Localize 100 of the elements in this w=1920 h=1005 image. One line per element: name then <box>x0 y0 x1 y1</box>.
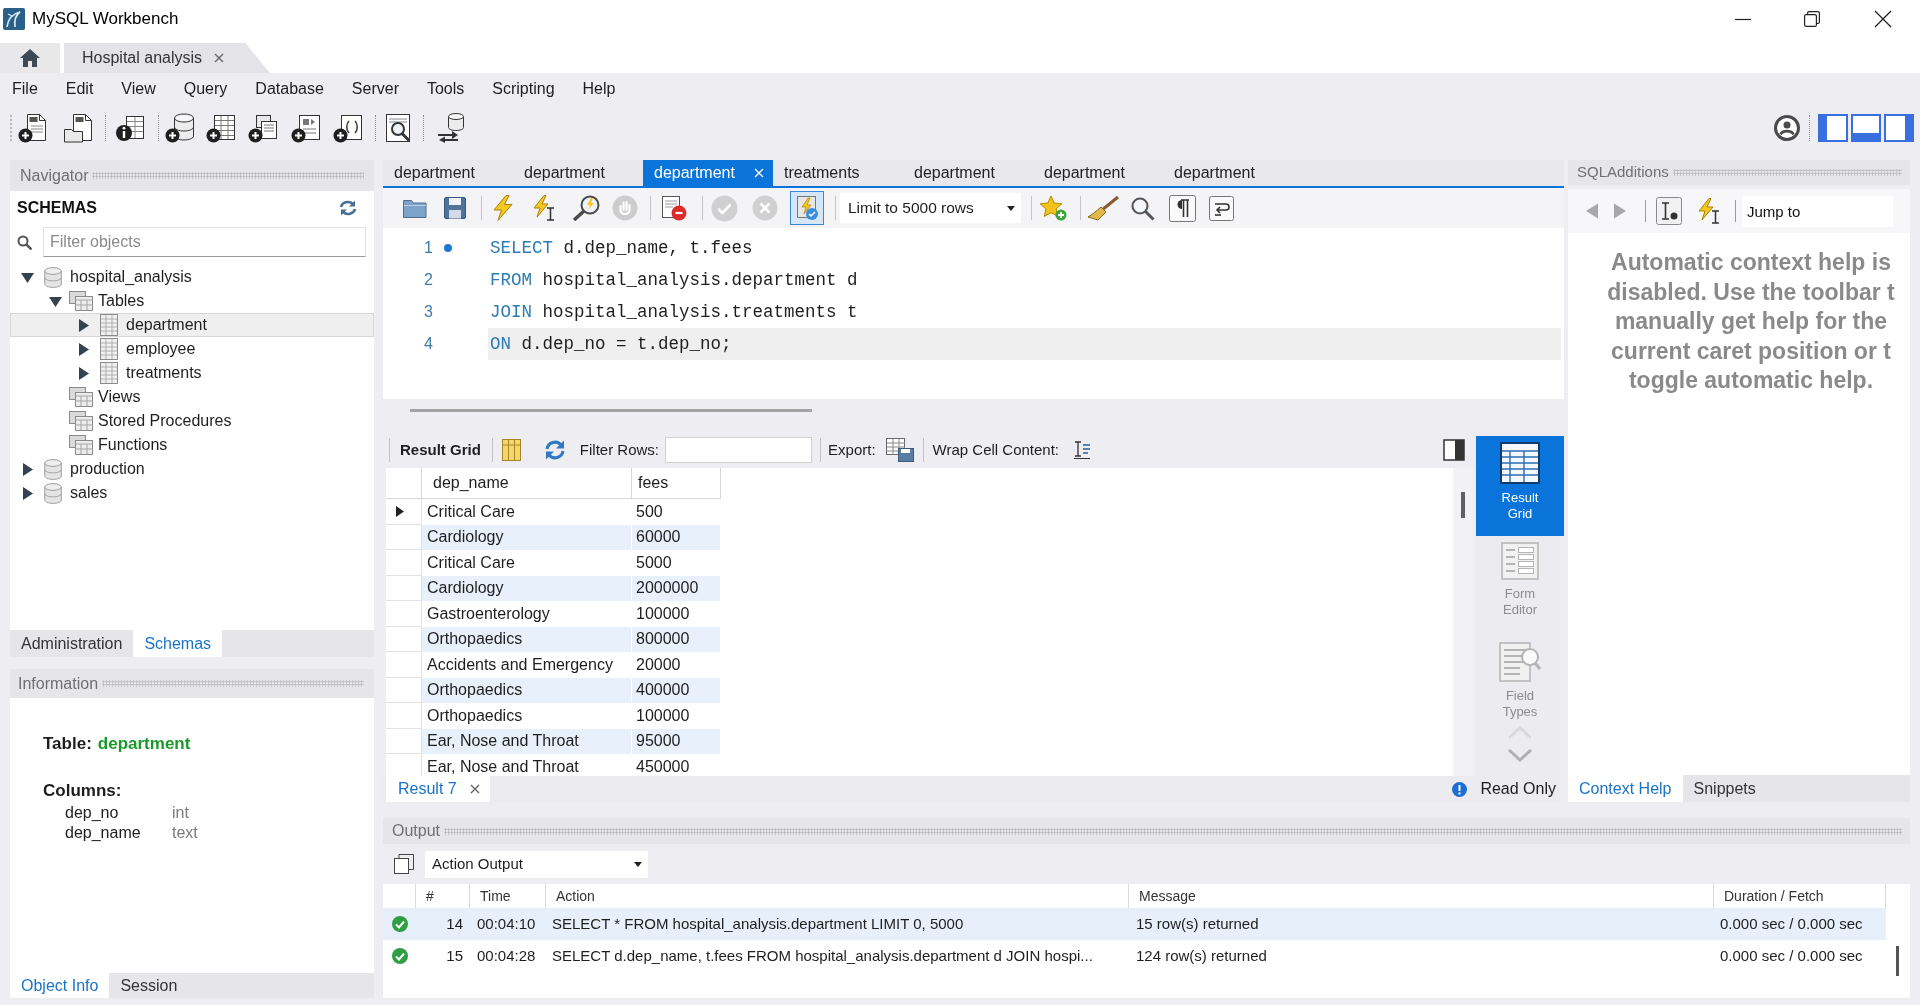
copy-icon[interactable] <box>394 854 414 874</box>
panel-tab[interactable]: Session <box>109 973 189 998</box>
grid-columns-icon[interactable] <box>501 439 521 461</box>
app-logo-icon <box>3 7 25 30</box>
panel-tab[interactable]: Schemas <box>133 630 223 657</box>
tree-item[interactable]: sales <box>10 481 109 505</box>
editor-tab[interactable]: department <box>643 160 773 186</box>
document-stop-icon[interactable] <box>662 195 687 221</box>
panel-tab[interactable]: Snippets <box>1682 775 1767 802</box>
menu-item[interactable]: Query <box>183 77 228 101</box>
star-plus-icon[interactable] <box>1039 195 1067 221</box>
sql-file-folder-icon[interactable] <box>64 113 94 143</box>
result-tab[interactable]: Result 7 <box>386 776 490 802</box>
right-panel-toggle-icon[interactable] <box>1884 114 1914 142</box>
tree-item[interactable]: Stored Procedures <box>10 409 233 433</box>
save-icon[interactable] <box>444 197 466 219</box>
status-text: Read Only <box>1480 779 1556 799</box>
panel-tab[interactable]: Administration <box>10 630 134 657</box>
wrap-lines-icon[interactable] <box>1209 195 1234 221</box>
user-circle-icon[interactable] <box>1773 114 1801 142</box>
editor-tab[interactable]: department <box>1163 160 1293 186</box>
caret-down-icon <box>1007 205 1015 211</box>
menu-item[interactable]: View <box>121 77 156 101</box>
window-title: MySQL Workbench <box>32 7 179 30</box>
caret-right-icon[interactable] <box>21 486 34 500</box>
restore-icon[interactable] <box>1804 10 1820 27</box>
folder-icon[interactable] <box>403 198 427 218</box>
home-tab[interactable] <box>0 43 60 73</box>
jump-to-field[interactable]: Jump to <box>1742 195 1893 227</box>
field-label: Table: <box>43 733 92 755</box>
caret-right-icon[interactable] <box>21 462 34 476</box>
database-icon <box>44 266 62 288</box>
output-mode-dropdown[interactable]: Action Output <box>425 850 648 878</box>
menu-item[interactable]: Edit <box>65 77 94 101</box>
text-cursor-icon[interactable] <box>1656 197 1682 225</box>
close-icon[interactable] <box>1874 9 1892 28</box>
panel-tab[interactable]: Context Help <box>1568 775 1683 802</box>
menu-item[interactable]: File <box>12 77 38 101</box>
tree-item[interactable]: treatments <box>10 361 203 385</box>
table-save-icon[interactable] <box>885 438 914 462</box>
menu-item[interactable]: Tools <box>426 77 465 101</box>
menu-item[interactable]: Help <box>582 77 616 101</box>
line-number: 1 <box>423 238 433 258</box>
function-plus-icon[interactable] <box>333 113 363 143</box>
side-panel-icon[interactable] <box>1443 439 1465 461</box>
tree-item[interactable]: production <box>10 457 146 481</box>
editor-tab[interactable]: department <box>513 160 643 186</box>
panel-tab[interactable]: Object Info <box>10 973 110 998</box>
refresh-icon[interactable] <box>543 440 566 460</box>
filter-rows-field[interactable] <box>665 437 813 463</box>
menu-item[interactable]: Database <box>255 77 324 101</box>
scrollbar-thumb[interactable] <box>1461 492 1465 518</box>
sql-file-plus-icon[interactable] <box>18 113 48 143</box>
tree-item[interactable]: Functions <box>10 433 169 457</box>
search-icon[interactable] <box>1130 195 1155 221</box>
caret-right-icon[interactable] <box>77 318 90 332</box>
pilcrow-icon[interactable] <box>1169 194 1196 222</box>
connection-tab[interactable]: Hospital analysis <box>64 43 270 73</box>
caret-down-icon[interactable] <box>21 270 34 284</box>
table-plus-icon[interactable] <box>206 113 236 143</box>
table-cell: 60000 <box>632 524 721 550</box>
bottom-panel-toggle-icon[interactable] <box>1851 114 1881 142</box>
editor-tab[interactable]: department <box>383 160 513 186</box>
table-cell: 800000 <box>632 626 721 652</box>
tree-item[interactable]: hospital_analysis <box>10 265 193 289</box>
database-plus-icon[interactable] <box>165 113 195 143</box>
limit-dropdown[interactable]: Limit to 5000 rows <box>840 193 1021 223</box>
lightning-cursor-icon[interactable] <box>1697 198 1721 224</box>
refresh-icon[interactable] <box>339 200 357 216</box>
editor-tab[interactable]: treatments <box>773 160 903 186</box>
scrollbar-thumb[interactable] <box>1896 946 1899 976</box>
windows-plus-icon[interactable] <box>248 113 278 143</box>
code-line: SELECT d.dep_name, t.fees <box>489 236 753 260</box>
editor-tab[interactable]: department <box>1033 160 1163 186</box>
scrollbar-thumb[interactable] <box>410 409 812 412</box>
database-arrows-icon[interactable] <box>436 113 466 143</box>
caret-right-icon[interactable] <box>77 342 90 356</box>
broom-icon[interactable] <box>1087 195 1120 221</box>
tree-item[interactable]: department <box>10 313 374 337</box>
tree-item[interactable]: employee <box>10 337 197 361</box>
tree-item[interactable]: Views <box>10 385 142 409</box>
menu-item[interactable]: Server <box>351 77 399 101</box>
caret-right-icon[interactable] <box>77 366 90 380</box>
lightning-icon[interactable] <box>492 195 514 221</box>
routine-plus-icon[interactable] <box>291 113 321 143</box>
table-cell-text: 00:04:28 <box>476 945 537 966</box>
table-row[interactable]: 14 00:04:10 SELECT * FROM hospital_analysis.department LIMIT 0, 5000 15 row(s) returned 0.000 sec / 0.000 sec <box>383 908 1886 940</box>
info-table-icon[interactable] <box>115 113 145 143</box>
magnifier-lightning-icon[interactable] <box>572 195 602 221</box>
left-panel-toggle-icon[interactable] <box>1818 114 1848 142</box>
editor-tab[interactable]: department <box>903 160 1033 186</box>
caret-down-icon[interactable] <box>49 294 62 308</box>
check-circle-icon[interactable] <box>711 194 738 222</box>
wrap-text-icon[interactable] <box>1073 441 1092 459</box>
filter-field[interactable]: Filter objects <box>43 227 366 257</box>
lightning-cursor-icon[interactable] <box>532 195 556 221</box>
tree-item[interactable]: Tables <box>10 289 146 313</box>
lightning-badge-icon[interactable] <box>790 191 824 225</box>
view-tab[interactable]: Result Grid <box>1476 436 1564 536</box>
menu-item[interactable]: Scripting <box>492 77 555 101</box>
